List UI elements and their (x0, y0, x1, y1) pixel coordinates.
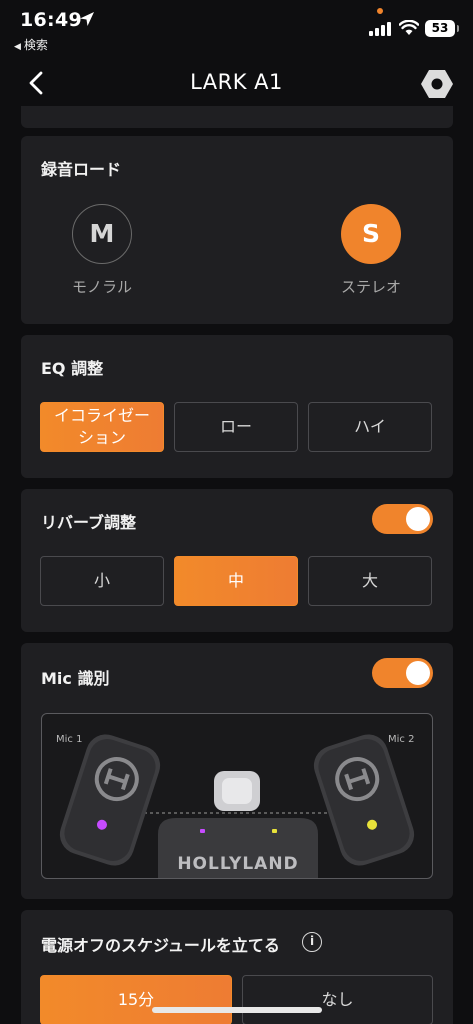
power-off-title: 電源オフのスケジュールを立てる (41, 936, 280, 955)
reverb-title: リバーブ調整 (41, 513, 137, 532)
info-icon[interactable]: i (302, 932, 322, 952)
battery-indicator: 53 (425, 20, 459, 37)
mic-id-toggle[interactable] (372, 658, 433, 688)
back-to-app-link[interactable]: ◀ 検索 (14, 36, 48, 53)
reverb-card: リバーブ調整 小 中 大 (21, 489, 453, 632)
wifi-icon (399, 20, 419, 35)
power-off-option-15min[interactable]: 15分 (40, 975, 232, 1024)
reverb-option-large[interactable]: 大 (308, 556, 432, 606)
eq-title: EQ 調整 (41, 359, 104, 378)
page-title: LARK A1 (190, 70, 283, 94)
eq-option-equalization-line2: ション (77, 428, 126, 447)
mic-id-card: Mic 識別 Mic 1 Mic 2 HOLLYLAND (21, 643, 453, 899)
eq-option-high[interactable]: ハイ (308, 402, 432, 452)
nav-bar: LARK A1 (0, 58, 473, 108)
home-indicator[interactable] (152, 1007, 322, 1013)
mic-identification-illustration: Mic 1 Mic 2 HOLLYLAND (41, 713, 433, 879)
back-app-label: 検索 (23, 38, 48, 52)
power-off-option-none[interactable]: なし (242, 975, 433, 1024)
status-time: 16:49 (20, 9, 82, 31)
hexagon-settings-icon[interactable] (420, 68, 454, 100)
location-arrow-icon (80, 12, 94, 26)
receiver-led-1 (200, 829, 205, 833)
status-bar: 16:49 ◀ 検索 53 (0, 0, 473, 56)
stereo-mode-label: ステレオ (340, 278, 401, 296)
eq-option-low[interactable]: ロー (174, 402, 298, 452)
recording-mode-title: 録音ロード (41, 160, 122, 179)
mic-devices-graphic: HOLLYLAND (59, 734, 415, 878)
mic-id-title: Mic 識別 (41, 669, 110, 688)
privacy-indicator-dot (377, 8, 383, 14)
stereo-mode-button[interactable]: S (341, 204, 401, 264)
eq-card: EQ 調整 イコライゼー ション ロー ハイ (21, 335, 453, 478)
reverb-option-medium[interactable]: 中 (174, 556, 298, 606)
mono-mode-label: モノラル (71, 278, 132, 296)
receiver-brand-text: HOLLYLAND (177, 854, 298, 874)
eq-option-equalization-line1: イコライゼー (53, 406, 150, 425)
reverb-toggle[interactable] (372, 504, 433, 534)
back-triangle-icon: ◀ (14, 42, 21, 52)
recording-mode-card: 録音ロード M モノラル S ステレオ (21, 136, 453, 324)
previous-card-bottom (21, 106, 453, 128)
eq-option-equalization[interactable]: イコライゼー ション (40, 402, 164, 452)
cellular-signal-icon (369, 22, 391, 36)
toggle-knob (406, 507, 430, 531)
receiver-led-2 (272, 829, 277, 833)
mono-mode-button[interactable]: M (72, 204, 132, 264)
toggle-knob (406, 661, 430, 685)
reverb-option-small[interactable]: 小 (40, 556, 164, 606)
